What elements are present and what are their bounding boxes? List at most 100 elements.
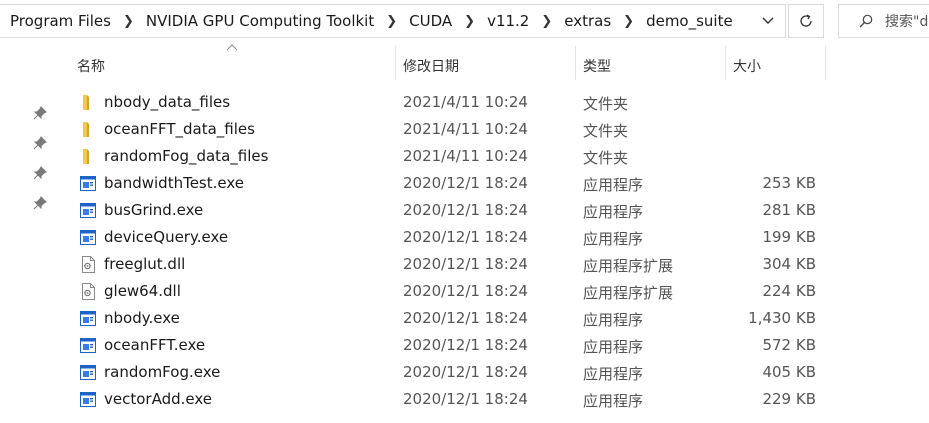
file-row[interactable]: vectorAdd.exe 2020/12/1 18:24 应用程序 229 KB <box>76 386 836 413</box>
breadcrumb: Program Files ❯ NVIDIA GPU Computing Too… <box>0 12 751 30</box>
file-size: 572 KB <box>762 336 816 354</box>
chevron-right-icon[interactable]: ❯ <box>464 14 475 29</box>
column-header-label: 大小 <box>733 59 761 75</box>
breadcrumb-item[interactable]: Program Files <box>10 12 111 30</box>
chevron-right-icon[interactable]: ❯ <box>623 14 634 29</box>
column-divider[interactable] <box>575 46 576 80</box>
file-row[interactable]: bandwidthTest.exe 2020/12/1 18:24 应用程序 253 … <box>76 170 836 197</box>
file-date: 2021/4/11 10:24 <box>403 93 528 111</box>
file-type: 文件夹 <box>583 95 629 113</box>
file-size: 1,430 KB <box>748 309 816 327</box>
breadcrumb-item[interactable]: demo_suite <box>646 12 733 30</box>
file-row[interactable]: nbody_data_files 2021/4/11 10:24 文件夹 <box>76 89 836 116</box>
file-row[interactable]: deviceQuery.exe 2020/12/1 18:24 应用程序 199 KB <box>76 224 836 251</box>
file-type: 应用程序 <box>583 311 644 329</box>
file-row[interactable]: nbody.exe 2020/12/1 18:24 应用程序 1,430 KB <box>76 305 836 332</box>
breadcrumb-item[interactable]: NVIDIA GPU Computing Toolkit <box>146 12 374 30</box>
chevron-right-icon[interactable]: ❯ <box>123 14 134 29</box>
file-name: freeglut.dll <box>104 255 186 273</box>
file-name: nbody.exe <box>104 309 180 327</box>
file-size: 224 KB <box>762 282 816 300</box>
file-type: 应用程序扩展 <box>583 284 674 302</box>
address-history-dropdown[interactable] <box>751 5 785 37</box>
chevron-right-icon[interactable]: ❯ <box>386 14 397 29</box>
file-date: 2020/12/1 18:24 <box>403 309 528 327</box>
file-size: 304 KB <box>762 255 816 273</box>
file-row[interactable]: oceanFFT_data_files 2021/4/11 10:24 文件夹 <box>76 116 836 143</box>
file-row[interactable]: randomFog_data_files 2021/4/11 10:24 文件夹 <box>76 143 836 170</box>
exe-icon <box>80 176 96 191</box>
file-row[interactable]: busGrind.exe 2020/12/1 18:24 应用程序 281 KB <box>76 197 836 224</box>
column-header-name[interactable]: 名称 <box>77 55 392 77</box>
file-row[interactable]: oceanFFT.exe 2020/12/1 18:24 应用程序 572 KB <box>76 332 836 359</box>
breadcrumb-item[interactable]: extras <box>564 12 611 30</box>
file-date: 2020/12/1 18:24 <box>403 390 528 408</box>
search-box[interactable]: 搜索"d <box>838 4 929 38</box>
file-type: 应用程序 <box>583 176 644 194</box>
exe-icon <box>80 338 96 353</box>
pin-icon[interactable] <box>33 106 47 120</box>
search-placeholder[interactable]: 搜索"d <box>885 11 928 31</box>
pin-icon[interactable] <box>33 136 47 150</box>
refresh-button[interactable] <box>788 4 824 38</box>
file-size: 405 KB <box>762 363 816 381</box>
column-header-label: 名称 <box>77 59 105 75</box>
file-row[interactable]: randomFog.exe 2020/12/1 18:24 应用程序 405 KB <box>76 359 836 386</box>
sort-ascending-icon <box>226 44 238 51</box>
column-divider[interactable] <box>825 46 826 80</box>
file-type: 应用程序 <box>583 365 644 383</box>
chevron-right-icon[interactable]: ❯ <box>541 14 552 29</box>
column-header-label: 类型 <box>583 59 611 75</box>
dll-icon <box>82 256 95 273</box>
file-row[interactable]: freeglut.dll 2020/12/1 18:24 应用程序扩展 304 KB <box>76 251 836 278</box>
file-name: glew64.dll <box>104 282 181 300</box>
exe-icon <box>80 365 96 380</box>
file-date: 2020/12/1 18:24 <box>403 228 528 246</box>
file-date: 2020/12/1 18:24 <box>403 336 528 354</box>
file-type: 应用程序 <box>583 392 644 410</box>
file-type: 应用程序扩展 <box>583 257 674 275</box>
file-size: 281 KB <box>762 201 816 219</box>
folder-icon <box>83 122 89 137</box>
file-date: 2020/12/1 18:24 <box>403 363 528 381</box>
file-size: 199 KB <box>762 228 816 246</box>
breadcrumb-item[interactable]: CUDA <box>409 12 452 30</box>
file-type: 文件夹 <box>583 122 629 140</box>
file-type: 文件夹 <box>583 149 629 167</box>
column-divider[interactable] <box>395 46 396 80</box>
column-header-type[interactable]: 类型 <box>583 55 723 77</box>
refresh-icon <box>800 14 812 27</box>
pin-icon[interactable] <box>33 166 47 180</box>
file-date: 2021/4/11 10:24 <box>403 120 528 138</box>
file-size: 229 KB <box>762 390 816 408</box>
chevron-down-icon <box>762 17 774 24</box>
file-name: oceanFFT.exe <box>104 336 206 354</box>
file-name: nbody_data_files <box>104 93 231 111</box>
file-date: 2020/12/1 18:24 <box>403 174 528 192</box>
column-header-size[interactable]: 大小 <box>733 55 823 77</box>
file-type: 应用程序 <box>583 203 644 221</box>
file-date: 2020/12/1 18:24 <box>403 201 528 219</box>
column-header-label: 修改日期 <box>403 59 459 75</box>
file-size: 253 KB <box>762 174 816 192</box>
file-date: 2021/4/11 10:24 <box>403 147 528 165</box>
column-divider[interactable] <box>725 46 726 80</box>
exe-icon <box>80 392 96 407</box>
breadcrumb-item[interactable]: v11.2 <box>487 12 529 30</box>
pin-icon[interactable] <box>33 196 47 210</box>
exe-icon <box>80 230 96 245</box>
column-header-date[interactable]: 修改日期 <box>403 55 573 77</box>
search-icon <box>859 14 873 28</box>
dll-icon <box>82 283 95 300</box>
file-name: randomFog.exe <box>104 363 221 381</box>
exe-icon <box>80 311 96 326</box>
file-name: bandwidthTest.exe <box>104 174 245 192</box>
address-bar[interactable]: Program Files ❯ NVIDIA GPU Computing Too… <box>0 4 786 38</box>
file-name: vectorAdd.exe <box>104 390 212 408</box>
folder-icon <box>83 95 89 110</box>
folder-icon <box>83 149 89 164</box>
file-name: oceanFFT_data_files <box>104 120 255 138</box>
file-type: 应用程序 <box>583 230 644 248</box>
file-row[interactable]: glew64.dll 2020/12/1 18:24 应用程序扩展 224 KB <box>76 278 836 305</box>
file-type: 应用程序 <box>583 338 644 356</box>
